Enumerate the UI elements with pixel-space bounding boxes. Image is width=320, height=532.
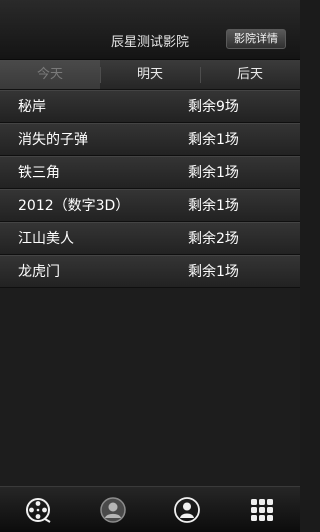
bottom-nav-bar [0, 486, 300, 532]
tab-day-after-tomorrow[interactable]: 后天 [200, 60, 300, 89]
movie-row[interactable]: 2012（数字3D） 剩余1场 [0, 189, 300, 222]
movie-row[interactable]: 铁三角 剩余1场 [0, 156, 300, 189]
cinema-detail-button[interactable]: 影院详情 [226, 29, 286, 49]
header-bar: 辰星测试影院 影院详情 [0, 0, 300, 60]
remaining-shows: 剩余1场 [188, 132, 239, 148]
film-reel-icon[interactable] [25, 497, 51, 523]
remaining-shows: 剩余1场 [188, 264, 239, 280]
movie-row[interactable]: 江山美人 剩余2场 [0, 222, 300, 255]
remaining-shows: 剩余1场 [188, 165, 239, 181]
tab-tomorrow[interactable]: 明天 [100, 60, 200, 89]
movie-title: 江山美人 [18, 231, 74, 247]
remaining-shows: 剩余9场 [188, 99, 239, 115]
movie-row[interactable]: 消失的子弹 剩余1场 [0, 123, 300, 156]
app-screen: 辰星测试影院 影院详情 今天 明天 后天 秘岸 剩余9场 消失的子弹 剩余1场 … [0, 0, 300, 532]
remaining-shows: 剩余1场 [188, 198, 239, 214]
person-icon[interactable] [174, 497, 200, 523]
movie-row[interactable]: 秘岸 剩余9场 [0, 90, 300, 123]
movie-title: 铁三角 [18, 165, 60, 181]
movie-title: 秘岸 [18, 99, 46, 115]
movie-row[interactable]: 龙虎门 剩余1场 [0, 255, 300, 288]
movie-title: 龙虎门 [18, 264, 60, 280]
movie-list: 秘岸 剩余9场 消失的子弹 剩余1场 铁三角 剩余1场 2012（数字3D） 剩… [0, 90, 300, 288]
movie-title: 消失的子弹 [18, 132, 88, 148]
grid-menu-icon[interactable] [249, 497, 275, 523]
movie-title: 2012（数字3D） [18, 198, 130, 214]
tab-today[interactable]: 今天 [0, 60, 100, 89]
user-profile-icon[interactable] [100, 497, 126, 523]
remaining-shows: 剩余2场 [188, 231, 239, 247]
date-tabs: 今天 明天 后天 [0, 60, 300, 90]
